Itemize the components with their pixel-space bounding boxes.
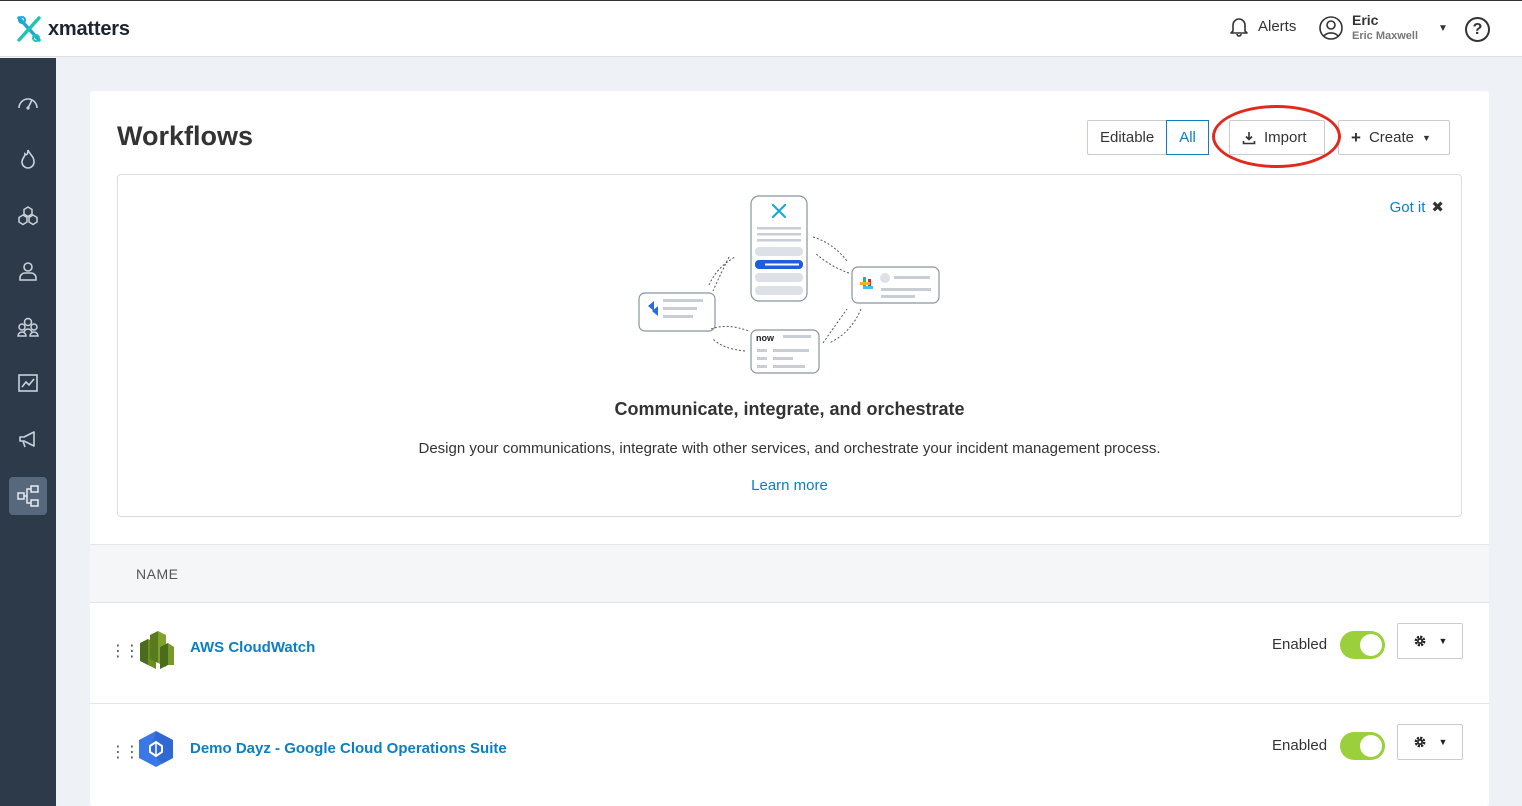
groups-icon: [18, 206, 38, 226]
sidebar-item-dashboard[interactable]: [9, 84, 47, 122]
bell-icon: [1230, 18, 1248, 37]
workflows-icon: [17, 485, 39, 507]
filter-all[interactable]: All: [1166, 120, 1209, 155]
sidebar-item-messaging[interactable]: [9, 420, 47, 458]
row-settings-button[interactable]: ▼: [1397, 623, 1463, 659]
page-title: Workflows: [117, 121, 254, 151]
drag-handle-icon[interactable]: ⋮⋮: [110, 742, 140, 762]
banner-title: Communicate, integrate, and orchestrate: [614, 399, 965, 419]
sidebar-item-workflows[interactable]: [9, 477, 47, 515]
alerts-label: Alerts: [1258, 17, 1297, 35]
workflow-name-link[interactable]: Demo Dayz - Google Cloud Operations Suit…: [190, 740, 507, 757]
user-full-name: Eric Maxwell: [1352, 30, 1419, 42]
caret-down-icon: ▼: [1421, 132, 1431, 143]
help-button[interactable]: ?: [1465, 17, 1490, 42]
filter-editable[interactable]: Editable: [1088, 121, 1166, 154]
user-icon: [19, 262, 37, 281]
workflows-card: Workflows Editable All Import + Create ▼…: [90, 91, 1489, 806]
sidebar-item-users[interactable]: [9, 308, 47, 346]
import-button[interactable]: Import: [1229, 120, 1325, 155]
download-icon: [1242, 131, 1256, 144]
row-settings-button[interactable]: ▼: [1397, 724, 1463, 760]
column-name-header[interactable]: NAME: [136, 566, 178, 582]
import-label: Import: [1264, 129, 1307, 146]
got-it-label: Got it: [1389, 198, 1426, 216]
sidebar-item-reports[interactable]: [9, 364, 47, 402]
chart-icon: [18, 374, 38, 392]
table-row: ⋮⋮ AWS CloudWatch Enabled ▼: [90, 603, 1489, 704]
google-cloud-icon: [139, 731, 173, 767]
caret-down-icon: ▼: [1438, 22, 1448, 34]
gear-icon: [1414, 736, 1425, 748]
toggle-knob: [1360, 634, 1382, 656]
xmatters-logo-icon: [17, 16, 41, 42]
status-label: Enabled: [1272, 737, 1328, 754]
table-row: ⋮⋮ Demo Dayz - Google Cloud Operations S…: [90, 704, 1489, 805]
learn-more-link[interactable]: Learn more: [118, 477, 1461, 494]
flame-icon: [21, 149, 35, 169]
banner-description: Design your communications, integrate wi…: [418, 440, 1161, 457]
user-menu[interactable]: Eric Eric Maxwell ▼: [1318, 12, 1448, 44]
enabled-toggle[interactable]: [1340, 631, 1385, 659]
user-first-name: Eric: [1352, 12, 1379, 28]
drag-handle-icon[interactable]: ⋮⋮: [110, 641, 140, 661]
brand-name: xmatters: [48, 17, 130, 40]
intro-banner: Got it ✖ now Communicate, integrate, and…: [117, 174, 1462, 517]
filter-toggle: Editable All: [1087, 120, 1209, 155]
sidebar-item-incidents[interactable]: [9, 140, 47, 178]
gear-icon: [1414, 635, 1425, 647]
sidebar-item-user[interactable]: [9, 252, 47, 290]
workflow-name-link[interactable]: AWS CloudWatch: [190, 639, 315, 656]
plus-icon: +: [1351, 127, 1361, 147]
integration-illustration: now: [638, 195, 940, 374]
caret-down-icon: ▼: [1438, 737, 1448, 747]
user-avatar-icon: [1319, 16, 1343, 40]
create-button[interactable]: + Create ▼: [1338, 120, 1450, 155]
servicenow-logo-text: now: [756, 333, 775, 343]
toggle-knob: [1360, 735, 1382, 757]
aws-cloudwatch-icon: [140, 631, 174, 669]
users-icon: [17, 317, 39, 337]
alerts-button[interactable]: Alerts: [1228, 15, 1296, 37]
sidebar-item-groups[interactable]: [9, 197, 47, 235]
dashboard-icon: [18, 98, 38, 110]
brand-logo[interactable]: xmatters: [16, 15, 130, 43]
megaphone-icon: [19, 431, 35, 448]
enabled-toggle[interactable]: [1340, 732, 1385, 760]
close-icon: ✖: [1431, 199, 1444, 216]
sidebar: [0, 58, 56, 806]
caret-down-icon: ▼: [1438, 636, 1448, 646]
status-label: Enabled: [1272, 636, 1328, 653]
dismiss-banner-button[interactable]: Got it ✖: [1389, 198, 1444, 217]
create-label: Create: [1368, 129, 1414, 146]
top-bar: xmatters Alerts Eric Eric Maxwell ▼ ?: [0, 0, 1522, 57]
table-header: NAME: [90, 544, 1489, 603]
